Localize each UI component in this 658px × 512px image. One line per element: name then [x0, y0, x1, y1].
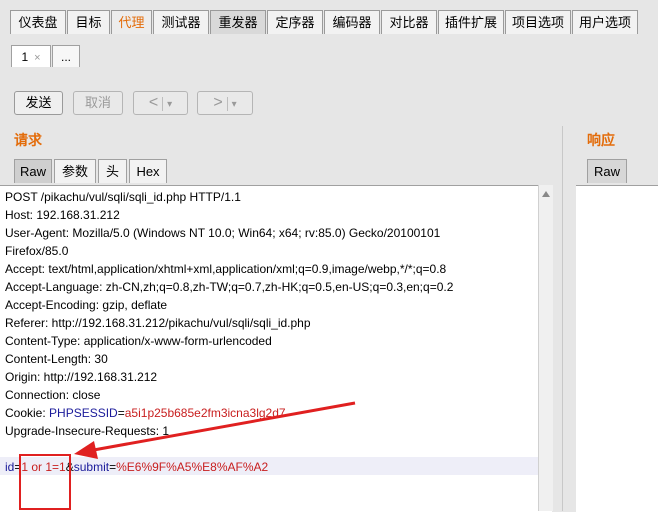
- response-tab-raw[interactable]: Raw: [587, 159, 627, 183]
- request-line: Origin: http://192.168.31.212: [5, 370, 158, 384]
- request-line: Accept-Language: zh-CN,zh;q=0.8,zh-TW;q=…: [5, 280, 454, 294]
- tab-project-options[interactable]: 项目选项: [505, 10, 571, 34]
- tab-intruder[interactable]: 测试器: [153, 10, 209, 34]
- send-button[interactable]: 发送: [14, 91, 63, 115]
- annotation-arrow-icon: [74, 401, 356, 459]
- tab-sequencer[interactable]: 定序器: [267, 10, 323, 34]
- new-tab-button[interactable]: ...: [52, 45, 80, 67]
- tab-user-options[interactable]: 用户选项: [572, 10, 638, 34]
- cookie-label: Cookie:: [5, 406, 50, 420]
- request-line: Accept-Encoding: gzip, deflate: [5, 298, 168, 312]
- chevron-down-icon: ▾: [231, 99, 237, 110]
- response-title: 响应: [587, 132, 615, 148]
- tab-extender[interactable]: 插件扩展: [438, 10, 504, 34]
- request-scrollbar[interactable]: [538, 185, 553, 511]
- panel-divider[interactable]: [562, 126, 563, 511]
- tab-dashboard[interactable]: 仪表盘: [10, 10, 66, 34]
- response-editor[interactable]: [576, 185, 658, 512]
- tab-proxy[interactable]: 代理: [111, 10, 152, 34]
- request-line: Accept: text/html,application/xhtml+xml,…: [5, 262, 447, 276]
- param-key-id: id: [5, 460, 15, 474]
- chevron-down-icon: ▾: [167, 99, 173, 110]
- request-line: POST /pikachu/vul/sqli/sqli_id.php HTTP/…: [5, 190, 241, 204]
- request-tab-headers[interactable]: 头: [98, 159, 127, 183]
- request-line: Content-Type: application/x-www-form-url…: [5, 334, 272, 348]
- repeater-tab-label: 1: [21, 50, 29, 64]
- repeater-tab-1[interactable]: 1 ×: [11, 45, 51, 67]
- request-line: User-Agent: Mozilla/5.0 (Windows NT 10.0…: [5, 226, 441, 240]
- tab-decoder[interactable]: 编码器: [324, 10, 380, 34]
- cancel-button[interactable]: 取消: [73, 91, 123, 115]
- chevron-right-icon: >: [213, 94, 223, 111]
- request-tab-params[interactable]: 参数: [54, 159, 96, 183]
- repeater-toolbar: 发送 取消 < ▾ > ▾: [0, 72, 658, 124]
- main-tab-bar: 仪表盘 目标 代理 测试器 重发器 定序器 编码器 对比器 插件扩展 项目选项 …: [0, 0, 658, 39]
- repeater-tab-bar: 1 × ...: [0, 38, 658, 73]
- tab-comparer[interactable]: 对比器: [381, 10, 437, 34]
- close-icon[interactable]: ×: [34, 52, 40, 64]
- tab-target[interactable]: 目标: [67, 10, 110, 34]
- request-line: Firefox/85.0: [5, 244, 69, 258]
- request-line: Host: 192.168.31.212: [5, 208, 120, 222]
- request-line: Referer: http://192.168.31.212/pikachu/v…: [5, 316, 311, 330]
- tab-repeater[interactable]: 重发器: [210, 10, 266, 34]
- request-tab-raw[interactable]: Raw: [14, 159, 52, 183]
- forward-button[interactable]: > ▾: [197, 91, 253, 115]
- scroll-up-icon[interactable]: [542, 191, 550, 197]
- request-title: 请求: [14, 132, 42, 148]
- request-tab-hex[interactable]: Hex: [129, 159, 167, 183]
- request-line: Content-Length: 30: [5, 352, 108, 366]
- back-button[interactable]: < ▾: [133, 91, 188, 115]
- chevron-left-icon: <: [148, 94, 159, 111]
